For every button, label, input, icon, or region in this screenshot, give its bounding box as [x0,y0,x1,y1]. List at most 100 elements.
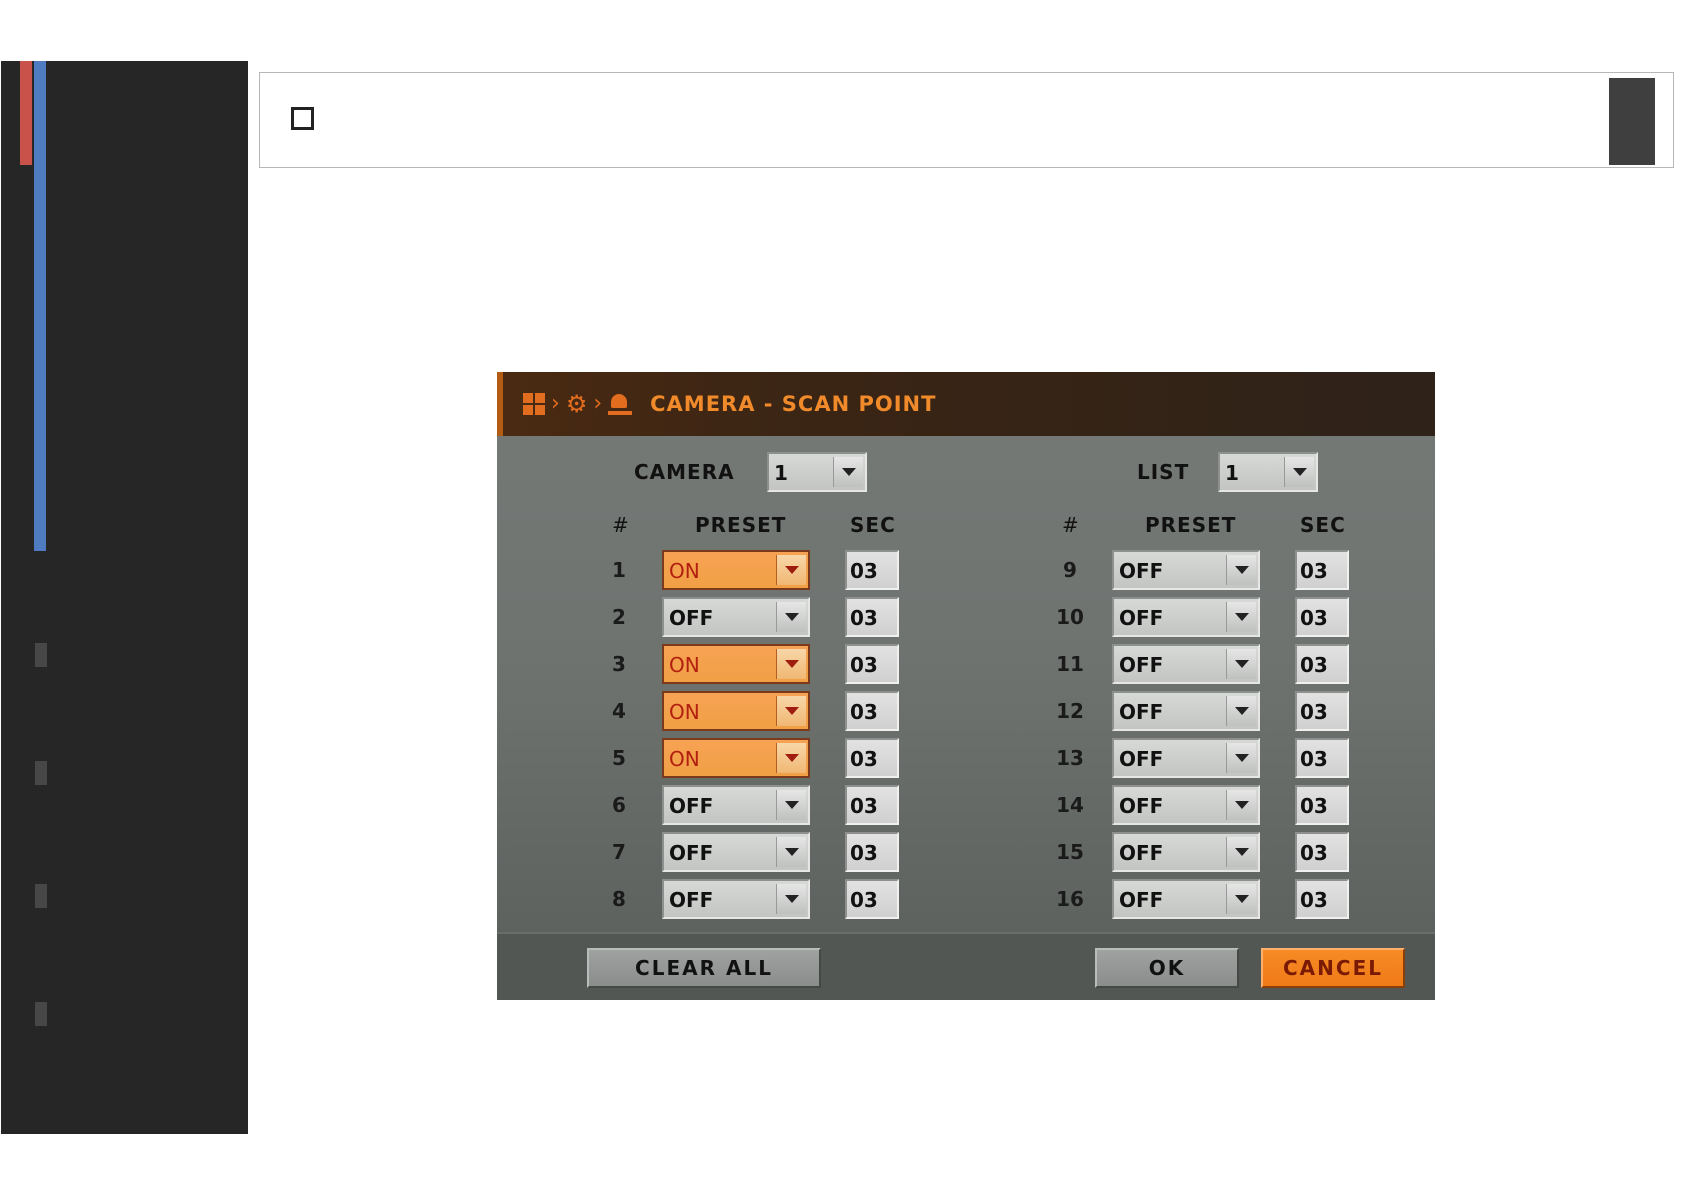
preset-select[interactable]: ON [662,644,810,684]
chevron-down-icon[interactable] [1226,602,1256,632]
preset-value: OFF [669,888,714,912]
chevron-down-icon[interactable] [1226,837,1256,867]
sec-input[interactable]: 03 [1295,550,1349,590]
chevron-down-icon[interactable] [776,602,806,632]
sec-input[interactable]: 03 [845,691,899,731]
left-preset-header: PRESET [695,513,787,537]
preset-select[interactable]: OFF [1112,691,1260,731]
ok-button[interactable]: OK [1095,948,1239,988]
chevron-down-icon[interactable] [776,790,806,820]
header-box [259,72,1674,168]
list-select[interactable]: 1 [1218,452,1318,492]
side-red-bar [20,61,32,165]
preset-value: OFF [669,841,714,865]
preset-value: OFF [1119,747,1164,771]
chevron-down-icon[interactable] [1226,790,1256,820]
preset-select[interactable]: ON [662,550,810,590]
preset-value: ON [669,700,700,724]
sec-input[interactable]: 03 [845,550,899,590]
preset-value: OFF [1119,606,1164,630]
preset-value: ON [669,559,700,583]
side-mark [35,884,47,908]
preset-select[interactable]: OFF [662,879,810,919]
right-num-header: # [1062,513,1080,537]
preset-select[interactable]: OFF [1112,550,1260,590]
sec-value: 03 [1300,794,1328,818]
preset-select[interactable]: OFF [1112,832,1260,872]
row-number: 1 [612,558,626,582]
row-number: 4 [612,699,626,723]
chevron-down-icon[interactable] [776,837,806,867]
preset-select[interactable]: ON [662,691,810,731]
sec-value: 03 [1300,606,1328,630]
gear-icon[interactable]: ⚙ [566,392,588,416]
preset-select[interactable]: OFF [1112,644,1260,684]
sec-value: 03 [850,559,878,583]
preset-select[interactable]: OFF [662,785,810,825]
chevron-down-icon[interactable] [1226,649,1256,679]
sec-value: 03 [850,888,878,912]
row-number: 16 [1056,887,1084,911]
sec-input[interactable]: 03 [845,785,899,825]
sec-input[interactable]: 03 [845,738,899,778]
row-number: 8 [612,887,626,911]
camera-label: CAMERA [634,460,735,484]
row-number: 11 [1056,652,1084,676]
preset-value: OFF [1119,700,1164,724]
preset-value: ON [669,747,700,771]
sec-input[interactable]: 03 [1295,785,1349,825]
chevron-down-icon[interactable] [776,743,806,773]
sec-value: 03 [850,841,878,865]
preset-select[interactable]: OFF [1112,738,1260,778]
chevron-down-icon[interactable] [776,649,806,679]
sec-input[interactable]: 03 [845,832,899,872]
clear-all-button[interactable]: CLEAR ALL [587,948,821,988]
sec-input[interactable]: 03 [1295,738,1349,778]
row-number: 15 [1056,840,1084,864]
sec-input[interactable]: 03 [845,644,899,684]
sec-value: 03 [1300,841,1328,865]
chevron-down-icon[interactable] [1226,555,1256,585]
preset-select[interactable]: OFF [1112,879,1260,919]
row-number: 12 [1056,699,1084,723]
chevron-down-icon[interactable] [1226,743,1256,773]
sec-value: 03 [1300,653,1328,677]
sec-input[interactable]: 03 [1295,597,1349,637]
sec-input[interactable]: 03 [1295,644,1349,684]
sec-input[interactable]: 03 [1295,832,1349,872]
chevron-down-icon[interactable] [776,555,806,585]
chevron-down-icon[interactable] [1226,884,1256,914]
list-select-value: 1 [1225,461,1239,485]
sec-input[interactable]: 03 [845,597,899,637]
row-number: 2 [612,605,626,629]
side-blue-bar [34,61,46,551]
row-number: 13 [1056,746,1084,770]
side-mark [35,643,47,667]
sec-value: 03 [1300,700,1328,724]
preset-select[interactable]: ON [662,738,810,778]
grid-icon[interactable] [523,393,545,415]
preset-select[interactable]: OFF [1112,785,1260,825]
breadcrumb: › ⚙ › CAMERA - SCAN POINT [523,389,936,419]
chevron-down-icon[interactable] [776,884,806,914]
sec-input[interactable]: 03 [1295,879,1349,919]
row-number: 7 [612,840,626,864]
sec-input[interactable]: 03 [1295,691,1349,731]
preset-select[interactable]: OFF [662,597,810,637]
row-number: 3 [612,652,626,676]
preset-value: OFF [1119,559,1164,583]
preset-value: OFF [1119,794,1164,818]
camera-icon [608,393,633,415]
chevron-down-icon[interactable] [833,457,863,487]
chevron-down-icon[interactable] [776,696,806,726]
cancel-button[interactable]: CANCEL [1261,948,1405,988]
camera-select[interactable]: 1 [767,452,867,492]
sec-value: 03 [850,747,878,771]
preset-select[interactable]: OFF [662,832,810,872]
sec-value: 03 [850,794,878,818]
preset-select[interactable]: OFF [1112,597,1260,637]
sec-input[interactable]: 03 [845,879,899,919]
checkbox[interactable] [291,107,314,130]
chevron-down-icon[interactable] [1226,696,1256,726]
chevron-down-icon[interactable] [1284,457,1314,487]
